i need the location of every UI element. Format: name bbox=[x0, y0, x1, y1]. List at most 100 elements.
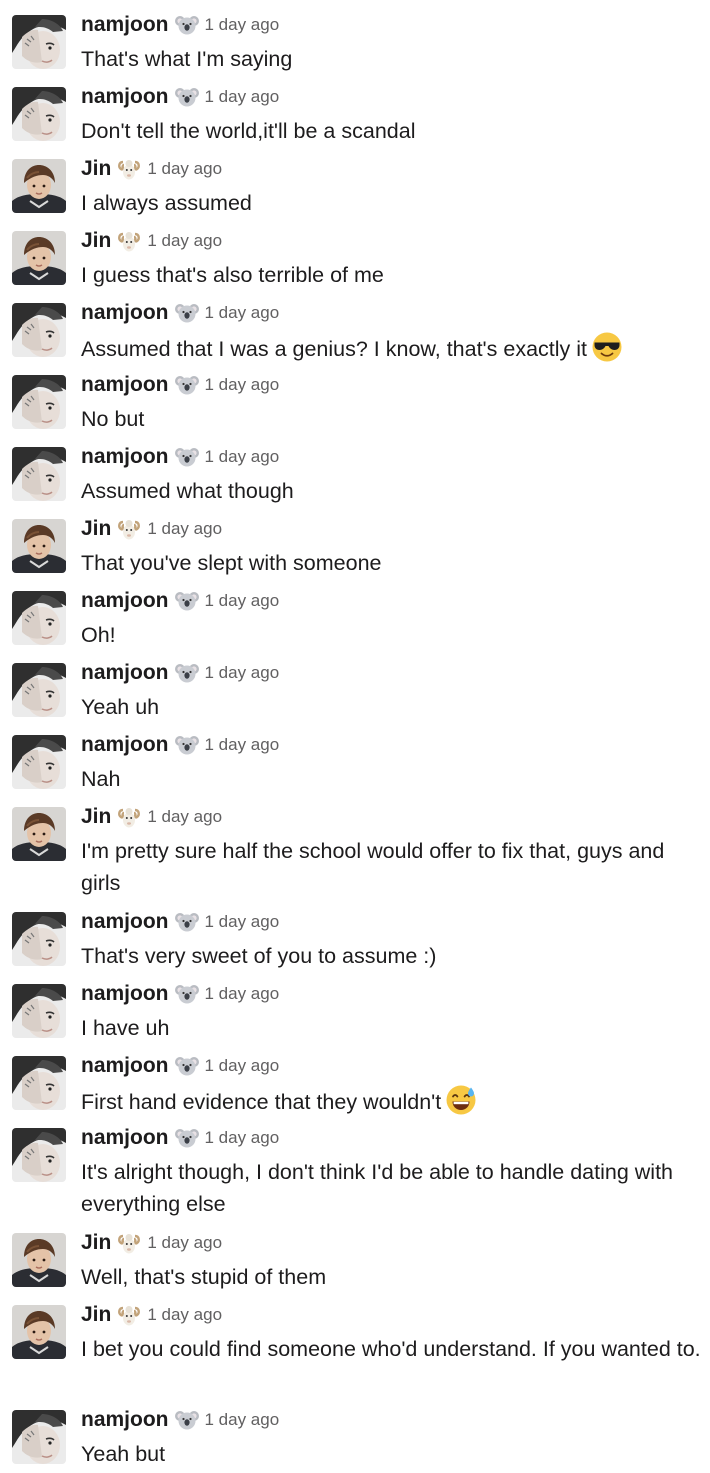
timestamp[interactable]: 1 day ago bbox=[205, 591, 280, 610]
message-text: No but bbox=[81, 403, 701, 435]
message-body: It's alright though, I don't think I'd b… bbox=[81, 1160, 674, 1216]
ram-icon bbox=[117, 517, 141, 541]
sender-name[interactable]: namjoon bbox=[81, 445, 169, 468]
timestamp[interactable]: 1 day ago bbox=[205, 15, 280, 34]
koala-icon bbox=[174, 910, 199, 934]
avatar-jin[interactable] bbox=[12, 1305, 66, 1359]
timestamp[interactable]: 1 day ago bbox=[147, 1305, 222, 1324]
message-header: Jin 1 day ago bbox=[81, 1301, 222, 1329]
timestamp[interactable]: 1 day ago bbox=[205, 735, 280, 754]
sender-name[interactable]: Jin bbox=[81, 517, 111, 540]
avatar-namjoon[interactable] bbox=[12, 1128, 66, 1182]
sender-name[interactable]: namjoon bbox=[81, 373, 169, 396]
avatar-namjoon[interactable] bbox=[12, 984, 66, 1038]
timestamp[interactable]: 1 day ago bbox=[147, 159, 222, 178]
message-text: I'm pretty sure half the school would of… bbox=[81, 835, 701, 899]
koala-icon bbox=[174, 373, 199, 397]
sender-name[interactable]: namjoon bbox=[81, 661, 169, 684]
timestamp[interactable]: 1 day ago bbox=[205, 1056, 280, 1075]
timestamp[interactable]: 1 day ago bbox=[205, 375, 280, 394]
timestamp[interactable]: 1 day ago bbox=[147, 807, 222, 826]
message-body: I have uh bbox=[81, 1016, 170, 1040]
message-text: Yeah but bbox=[81, 1438, 701, 1470]
message-body: Assumed that I was a genius? I know, tha… bbox=[81, 337, 588, 361]
avatar-namjoon[interactable] bbox=[12, 15, 66, 69]
avatar-namjoon[interactable] bbox=[12, 663, 66, 717]
timestamp[interactable]: 1 day ago bbox=[147, 519, 222, 538]
timestamp[interactable]: 1 day ago bbox=[205, 303, 280, 322]
avatar-namjoon[interactable] bbox=[12, 912, 66, 966]
koala-icon bbox=[174, 589, 199, 613]
sender-name[interactable]: namjoon bbox=[81, 85, 169, 108]
message-header: namjoon 1 day ago bbox=[81, 1406, 279, 1434]
timestamp[interactable]: 1 day ago bbox=[205, 912, 280, 931]
message-header: Jin 1 day ago bbox=[81, 803, 222, 831]
sender-name[interactable]: Jin bbox=[81, 157, 111, 180]
timestamp[interactable]: 1 day ago bbox=[147, 231, 222, 250]
sender-name[interactable]: namjoon bbox=[81, 1408, 169, 1431]
avatar-jin[interactable] bbox=[12, 807, 66, 861]
message-text: That you've slept with someone bbox=[81, 547, 701, 579]
timestamp[interactable]: 1 day ago bbox=[205, 87, 280, 106]
koala-icon bbox=[174, 1408, 199, 1432]
sender-name[interactable]: Jin bbox=[81, 229, 111, 252]
message-body: Oh! bbox=[81, 623, 116, 647]
ram-icon bbox=[117, 1303, 141, 1327]
sender-name[interactable]: Jin bbox=[81, 1303, 111, 1326]
avatar-namjoon[interactable] bbox=[12, 447, 66, 501]
avatar-jin[interactable] bbox=[12, 1233, 66, 1287]
message-body: Yeah uh bbox=[81, 695, 160, 719]
ram-icon bbox=[117, 805, 141, 829]
timestamp[interactable]: 1 day ago bbox=[205, 663, 280, 682]
message-body: First hand evidence that they wouldn't bbox=[81, 1090, 442, 1114]
message-body: That's what I'm saying bbox=[81, 47, 293, 71]
timestamp[interactable]: 1 day ago bbox=[205, 984, 280, 1003]
ram-icon bbox=[117, 229, 141, 253]
sender-name[interactable]: namjoon bbox=[81, 1126, 169, 1149]
avatar-jin[interactable] bbox=[12, 519, 66, 573]
sender-name[interactable]: namjoon bbox=[81, 733, 169, 756]
message-text: First hand evidence that they wouldn't bbox=[81, 1084, 701, 1118]
timestamp[interactable]: 1 day ago bbox=[205, 1410, 280, 1429]
message-body: No but bbox=[81, 407, 145, 431]
avatar-namjoon[interactable] bbox=[12, 1410, 66, 1464]
timestamp[interactable]: 1 day ago bbox=[205, 447, 280, 466]
message-header: namjoon 1 day ago bbox=[81, 371, 279, 399]
message-body: Well, that's stupid of them bbox=[81, 1265, 327, 1289]
koala-icon bbox=[174, 661, 199, 685]
avatar-namjoon[interactable] bbox=[12, 87, 66, 141]
message-header: namjoon 1 day ago bbox=[81, 908, 279, 936]
sender-name[interactable]: namjoon bbox=[81, 1054, 169, 1077]
message-text: I bet you could find someone who'd under… bbox=[81, 1333, 701, 1365]
ram-icon bbox=[117, 157, 141, 181]
sender-name[interactable]: Jin bbox=[81, 1231, 111, 1254]
sender-name[interactable]: namjoon bbox=[81, 301, 169, 324]
message-text: I guess that's also terrible of me bbox=[81, 259, 701, 291]
message-body: Nah bbox=[81, 767, 121, 791]
message-text: I have uh bbox=[81, 1012, 701, 1044]
message-header: namjoon 1 day ago bbox=[81, 659, 279, 687]
message-header: namjoon 1 day ago bbox=[81, 731, 279, 759]
avatar-namjoon[interactable] bbox=[12, 735, 66, 789]
sender-name[interactable]: Jin bbox=[81, 805, 111, 828]
message-text: Well, that's stupid of them bbox=[81, 1261, 701, 1293]
message-body: I guess that's also terrible of me bbox=[81, 263, 384, 287]
avatar-namjoon[interactable] bbox=[12, 1056, 66, 1110]
sender-name[interactable]: namjoon bbox=[81, 910, 169, 933]
avatar-jin[interactable] bbox=[12, 231, 66, 285]
sender-name[interactable]: namjoon bbox=[81, 13, 169, 36]
sender-name[interactable]: namjoon bbox=[81, 982, 169, 1005]
message-header: namjoon 1 day ago bbox=[81, 11, 279, 39]
message-header: namjoon 1 day ago bbox=[81, 1052, 279, 1080]
avatar-namjoon[interactable] bbox=[12, 375, 66, 429]
timestamp[interactable]: 1 day ago bbox=[147, 1233, 222, 1252]
message-header: Jin 1 day ago bbox=[81, 1229, 222, 1257]
sender-name[interactable]: namjoon bbox=[81, 589, 169, 612]
timestamp[interactable]: 1 day ago bbox=[205, 1128, 280, 1147]
message-text: Don't tell the world,it'll be a scandal bbox=[81, 115, 701, 147]
avatar-namjoon[interactable] bbox=[12, 591, 66, 645]
avatar-namjoon[interactable] bbox=[12, 303, 66, 357]
grinning-sweat-face-icon bbox=[445, 1084, 477, 1116]
message-body: I always assumed bbox=[81, 191, 252, 215]
avatar-jin[interactable] bbox=[12, 159, 66, 213]
